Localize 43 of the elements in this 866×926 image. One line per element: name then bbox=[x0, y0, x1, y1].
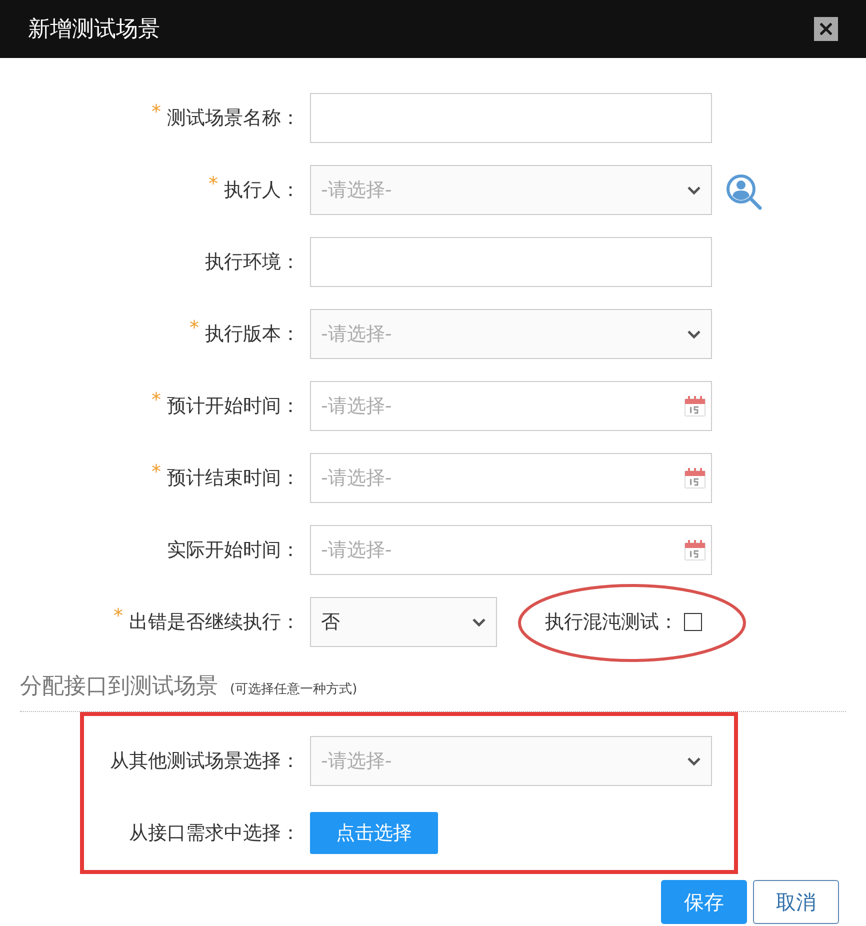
select-button[interactable]: 点击选择 bbox=[310, 812, 438, 854]
required-mark: * bbox=[152, 389, 161, 411]
window-title: 新增测试场景 bbox=[28, 16, 160, 44]
required-mark: * bbox=[152, 101, 161, 123]
select-field[interactable]: -请选择- bbox=[310, 165, 712, 215]
close-button[interactable] bbox=[814, 17, 838, 41]
field-label: 执行环境： bbox=[205, 250, 300, 275]
section-note: (可选择任意一种方式) bbox=[230, 681, 358, 698]
field-label: 执行版本： bbox=[205, 322, 300, 347]
checkbox[interactable] bbox=[684, 613, 702, 631]
chevron-down-icon bbox=[687, 756, 701, 766]
field-label: 预计结束时间： bbox=[167, 466, 300, 491]
field-label: 从接口需求中选择： bbox=[129, 821, 300, 846]
field-label: 测试场景名称： bbox=[167, 106, 300, 131]
text-field[interactable] bbox=[310, 93, 712, 143]
section-title: 分配接口到测试场景 bbox=[20, 673, 218, 701]
text-field[interactable] bbox=[310, 237, 712, 287]
calendar-icon bbox=[684, 395, 706, 417]
user-search-icon[interactable] bbox=[726, 174, 762, 210]
required-mark: * bbox=[208, 173, 218, 195]
close-icon bbox=[820, 23, 832, 35]
required-mark: * bbox=[152, 461, 161, 483]
select-field[interactable]: -请选择- bbox=[310, 736, 712, 786]
calendar-icon bbox=[684, 539, 706, 561]
save-button[interactable]: 保存 bbox=[661, 880, 747, 924]
date-field[interactable]: -请选择- bbox=[310, 453, 712, 503]
chevron-down-icon bbox=[687, 330, 701, 338]
date-field[interactable]: -请选择- bbox=[310, 381, 712, 431]
field-label: 预计开始时间： bbox=[167, 394, 300, 419]
select-field[interactable]: -请选择- bbox=[310, 309, 712, 359]
chevron-down-icon bbox=[687, 186, 701, 194]
field-label: 执行人： bbox=[224, 178, 300, 203]
calendar-icon bbox=[684, 467, 706, 489]
field-label: 从其他测试场景选择： bbox=[110, 749, 300, 774]
chevron-down-icon bbox=[472, 618, 486, 626]
field-label: 实际开始时间： bbox=[167, 538, 300, 563]
required-mark: * bbox=[190, 317, 199, 339]
required-mark: * bbox=[114, 605, 123, 627]
field-label: 出错是否继续执行： bbox=[129, 610, 300, 635]
select-field[interactable]: 否 bbox=[310, 597, 497, 647]
checkbox-label: 执行混沌测试： bbox=[545, 610, 678, 635]
cancel-button[interactable]: 取消 bbox=[753, 880, 839, 924]
date-field[interactable]: -请选择- bbox=[310, 525, 712, 575]
